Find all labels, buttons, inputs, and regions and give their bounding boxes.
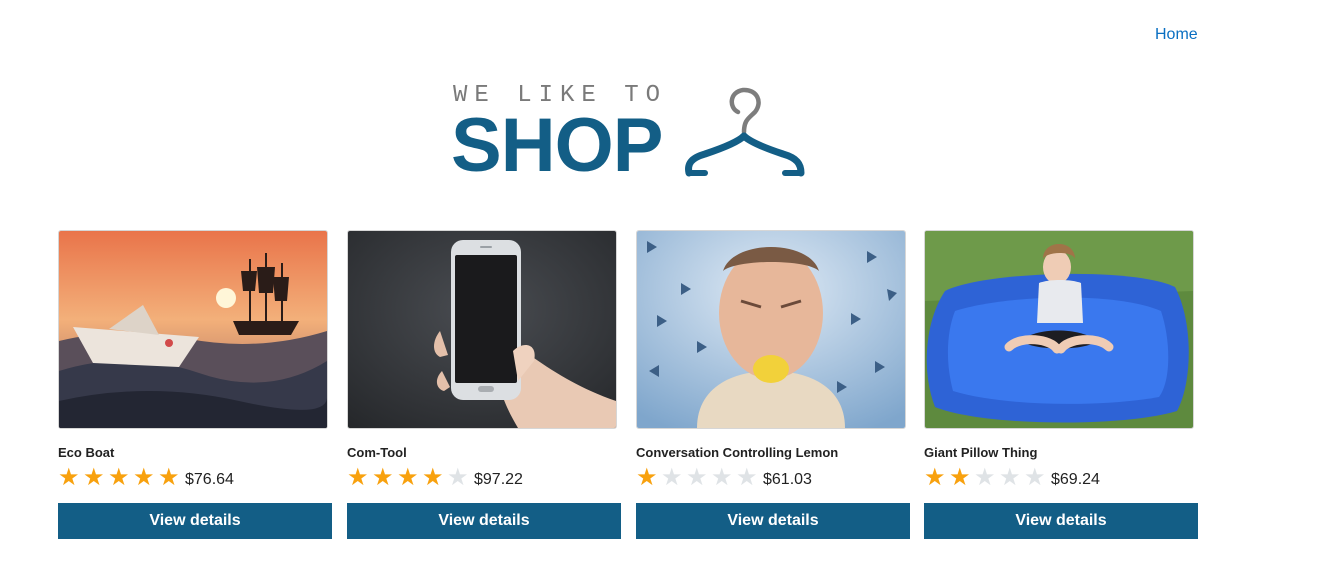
star-filled-icon: ★ [108,463,130,491]
product-rating: ★ ★ ★ ★ ★ $61.03 [636,464,812,490]
star-filled-icon: ★ [397,463,419,491]
product-image-com-tool[interactable] [347,230,617,429]
shop-logo[interactable]: WE LIKE TO SHOP [451,84,811,184]
star-filled-icon: ★ [422,463,444,491]
star-filled-icon: ★ [636,463,658,491]
product-title[interactable]: Com-Tool [347,445,407,460]
beanbag-image [925,231,1193,428]
product-title[interactable]: Conversation Controlling Lemon [636,445,838,460]
star-filled-icon: ★ [949,463,971,491]
star-filled-icon: ★ [133,463,155,491]
star-empty-icon: ★ [447,463,469,491]
view-details-button[interactable]: View details [347,503,621,539]
product-rating: ★ ★ ★ ★ ★ $69.24 [924,464,1100,490]
star-filled-icon: ★ [924,463,946,491]
product-price: $76.64 [185,471,234,488]
sunset-ship-image [59,231,327,428]
product-price: $97.22 [474,471,523,488]
nav-home-link[interactable]: Home [1155,26,1198,44]
man-lemon-image [637,231,905,428]
star-filled-icon: ★ [83,463,105,491]
product-price: $69.24 [1051,471,1100,488]
star-empty-icon: ★ [686,463,708,491]
star-empty-icon: ★ [999,463,1021,491]
star-empty-icon: ★ [711,463,733,491]
star-filled-icon: ★ [347,463,369,491]
shop-page: Home WE LIKE TO SHOP Eco Boat ★ ★ ★ ★ ★ … [0,0,1339,578]
product-title[interactable]: Eco Boat [58,445,114,460]
star-empty-icon: ★ [661,463,683,491]
product-image-eco-boat[interactable] [58,230,328,429]
product-title[interactable]: Giant Pillow Thing [924,445,1037,460]
hanger-icon [685,87,805,177]
product-grid: Eco Boat ★ ★ ★ ★ ★ $76.64 View details C… [58,230,1203,540]
hand-phone-image [348,231,616,428]
view-details-button[interactable]: View details [924,503,1198,539]
star-filled-icon: ★ [58,463,80,491]
product-rating: ★ ★ ★ ★ ★ $76.64 [58,464,234,490]
product-rating: ★ ★ ★ ★ ★ $97.22 [347,464,523,490]
star-empty-icon: ★ [736,463,758,491]
product-price: $61.03 [763,471,812,488]
star-filled-icon: ★ [372,463,394,491]
product-image-giant-pillow[interactable] [924,230,1194,429]
star-empty-icon: ★ [974,463,996,491]
star-filled-icon: ★ [158,463,180,491]
view-details-button[interactable]: View details [58,503,332,539]
star-empty-icon: ★ [1024,463,1046,491]
view-details-button[interactable]: View details [636,503,910,539]
product-image-lemon[interactable] [636,230,906,429]
logo-word: SHOP [451,103,663,188]
